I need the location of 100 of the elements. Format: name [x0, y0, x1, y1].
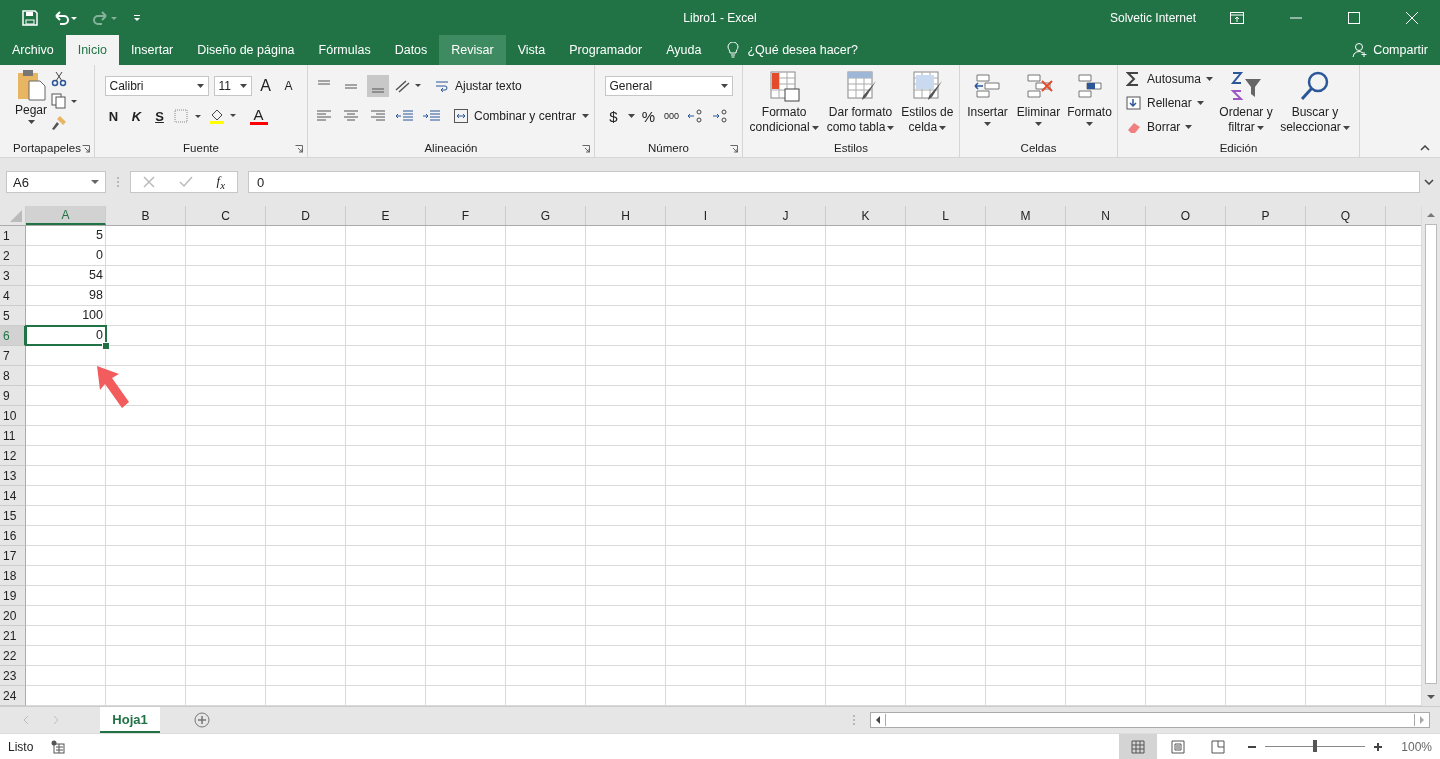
- page-break-icon[interactable]: [1211, 739, 1226, 754]
- row-header[interactable]: 24: [0, 686, 26, 706]
- expand-icon[interactable]: [1424, 179, 1434, 185]
- cells-button[interactable]: Insertar: [964, 69, 1011, 126]
- fill-color-icon[interactable]: [208, 108, 239, 124]
- ribbon-tab[interactable]: Archivo: [0, 35, 66, 65]
- row-header[interactable]: 3: [0, 266, 26, 286]
- formula-input[interactable]: 0: [248, 171, 1420, 193]
- thousands-button[interactable]: 000: [662, 106, 681, 126]
- row-header[interactable]: 8: [0, 366, 26, 386]
- row-header[interactable]: 17: [0, 546, 26, 566]
- drag-handle-icon[interactable]: [116, 175, 120, 189]
- row-header[interactable]: 6: [0, 326, 26, 346]
- row-header[interactable]: 18: [0, 566, 26, 586]
- row-header[interactable]: 19: [0, 586, 26, 606]
- dialog-launcher-icon[interactable]: [730, 145, 738, 153]
- row-header[interactable]: 13: [0, 466, 26, 486]
- currency-button[interactable]: $: [604, 106, 623, 126]
- merge-center-button[interactable]: Combinar y centrar: [453, 109, 589, 123]
- ribbon-tab[interactable]: Fórmulas: [306, 35, 383, 65]
- ribbon-tab[interactable]: Revisar: [439, 35, 506, 65]
- cells-button[interactable]: Eliminar: [1015, 69, 1062, 126]
- dialog-launcher-icon[interactable]: [295, 145, 303, 153]
- bold-button[interactable]: N: [104, 106, 123, 126]
- editing-button[interactable]: Rellenar: [1126, 93, 1204, 113]
- dialog-launcher-icon[interactable]: [82, 145, 90, 153]
- ribbon-tab[interactable]: Insertar: [118, 35, 186, 65]
- row-header[interactable]: 9: [0, 386, 26, 406]
- styles-button[interactable]: Estilos de celda: [899, 69, 955, 135]
- ribbon-tab[interactable]: Diseño de página: [185, 35, 307, 65]
- save-icon[interactable]: [22, 9, 38, 26]
- drag-handle-icon[interactable]: [852, 713, 856, 727]
- horizontal-scrollbar[interactable]: [870, 712, 1430, 728]
- styles-button[interactable]: Formato condicional: [747, 69, 822, 135]
- page-layout-icon[interactable]: [1171, 739, 1186, 754]
- styles-button[interactable]: Dar formato como tabla: [825, 69, 896, 135]
- close-icon[interactable]: [1406, 11, 1418, 24]
- share-button[interactable]: Compartir: [1352, 35, 1440, 65]
- row-header[interactable]: 10: [0, 406, 26, 426]
- paste-button[interactable]: Pegar: [15, 69, 47, 124]
- number-format-dropdown[interactable]: General: [604, 76, 733, 96]
- wrap-text-button[interactable]: Ajustar texto: [434, 79, 522, 93]
- row-header[interactable]: 5: [0, 306, 26, 326]
- sheet-tab[interactable]: Hoja1: [100, 707, 160, 733]
- editing-button[interactable]: Buscar y seleccionar: [1279, 69, 1351, 135]
- dialog-launcher-icon[interactable]: [582, 145, 590, 153]
- customize-icon[interactable]: [132, 12, 142, 23]
- ribbon-display-icon[interactable]: [1230, 11, 1244, 24]
- vertical-scrollbar[interactable]: [1425, 224, 1437, 684]
- row-header[interactable]: 1: [0, 226, 26, 246]
- maximize-icon[interactable]: [1348, 11, 1360, 24]
- percent-button[interactable]: %: [639, 106, 658, 126]
- row-header[interactable]: 20: [0, 606, 26, 626]
- undo-icon[interactable]: [52, 9, 78, 26]
- font-color-button[interactable]: A: [249, 107, 268, 125]
- editing-button[interactable]: Borrar: [1126, 117, 1193, 137]
- name-box[interactable]: A6: [6, 171, 106, 193]
- format-painter-icon[interactable]: [51, 115, 67, 131]
- editing-button[interactable]: Autosuma: [1126, 69, 1213, 89]
- row-header[interactable]: 2: [0, 246, 26, 266]
- grow-font-button[interactable]: A: [256, 76, 275, 96]
- checkmark-icon[interactable]: [178, 176, 193, 188]
- row-header[interactable]: 23: [0, 666, 26, 686]
- bottom-align-icon[interactable]: [366, 75, 389, 97]
- ribbon-tab[interactable]: Ayuda: [654, 35, 714, 65]
- zoom-in-icon[interactable]: [1373, 741, 1384, 752]
- caret-icon[interactable]: [627, 114, 635, 118]
- copy-icon[interactable]: [51, 93, 79, 109]
- increase-indent-icon[interactable]: [420, 108, 443, 124]
- row-header[interactable]: 15: [0, 506, 26, 526]
- ribbon-tab[interactable]: Inicio: [65, 35, 119, 65]
- ribbon-tab[interactable]: Vista: [505, 35, 558, 65]
- row-header[interactable]: 7: [0, 346, 26, 366]
- row-header[interactable]: 16: [0, 526, 26, 546]
- row-header[interactable]: 22: [0, 646, 26, 666]
- row-header[interactable]: 21: [0, 626, 26, 646]
- ribbon-tab[interactable]: Datos: [382, 35, 440, 65]
- font-size-dropdown[interactable]: 11: [213, 76, 252, 96]
- zoom-slider[interactable]: [1313, 740, 1318, 752]
- fill-handle[interactable]: [102, 342, 110, 350]
- insert-function-button[interactable]: f$_{x}$: [216, 173, 226, 191]
- row-header[interactable]: 14: [0, 486, 26, 506]
- shrink-font-button[interactable]: A: [279, 76, 298, 96]
- editing-button[interactable]: Ordenar y filtrar: [1217, 69, 1275, 135]
- redo-icon[interactable]: [92, 9, 118, 26]
- italic-button[interactable]: K: [127, 106, 146, 126]
- collapse-ribbon-icon[interactable]: [1420, 145, 1430, 151]
- underline-button[interactable]: S: [150, 106, 169, 126]
- zoom-level[interactable]: 100%: [1401, 739, 1432, 754]
- cells-button[interactable]: Formato: [1066, 69, 1113, 126]
- ribbon-tab[interactable]: Programador: [557, 35, 655, 65]
- macro-record-icon[interactable]: [51, 739, 66, 754]
- column-header[interactable]: A: [26, 206, 106, 225]
- add-sheet-icon[interactable]: [194, 712, 210, 728]
- normal-view-icon[interactable]: [1131, 739, 1146, 754]
- row-header[interactable]: 12: [0, 446, 26, 466]
- scissors-icon[interactable]: [51, 71, 67, 87]
- orientation-icon[interactable]: [393, 78, 424, 94]
- row-header[interactable]: 4: [0, 286, 26, 306]
- decrease-indent-icon[interactable]: [393, 108, 416, 124]
